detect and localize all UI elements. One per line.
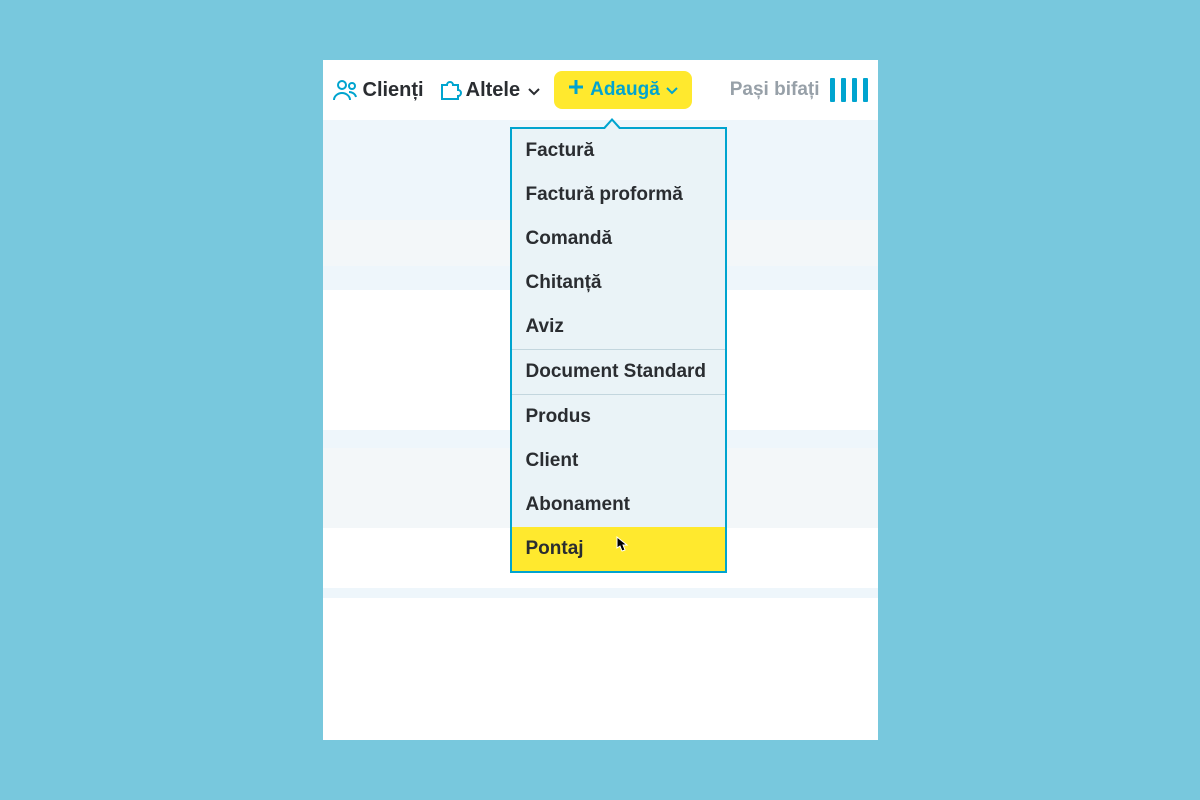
dd-item-label: Produs [526, 406, 591, 428]
plus-icon [568, 79, 584, 101]
dd-item-label: Factură [526, 140, 595, 162]
steps-indicator: Pași bifați [730, 78, 868, 102]
dd-item-client[interactable]: Client [512, 439, 725, 483]
dd-item-label: Document Standard [526, 361, 707, 383]
chevron-down-icon [666, 79, 678, 101]
dd-item-pontaj[interactable]: Pontaj [512, 527, 725, 571]
dd-item-abonament[interactable]: Abonament [512, 483, 725, 527]
dd-item-label: Pontaj [526, 538, 584, 560]
dd-item-label: Factură proformă [526, 184, 683, 206]
steps-label: Pași bifați [730, 79, 820, 101]
people-icon [333, 79, 359, 101]
dd-item-comanda[interactable]: Comandă [512, 217, 725, 261]
dd-item-chitanta[interactable]: Chitanță [512, 261, 725, 305]
nav-clienti-label: Clienți [363, 79, 424, 102]
dd-item-label: Abonament [526, 494, 631, 516]
dd-item-label: Chitanță [526, 272, 602, 294]
dd-item-label: Comandă [526, 228, 613, 250]
app-panel: Clienți Altele Adaugă Pași bifați [323, 60, 878, 740]
tally-icon [830, 78, 868, 102]
chevron-down-icon [528, 79, 540, 102]
adauga-dropdown: Factură Factură proformă Comandă Chitanț… [510, 127, 727, 573]
add-button-label: Adaugă [590, 79, 660, 101]
dd-item-label: Aviz [526, 316, 564, 338]
add-button[interactable]: Adaugă [554, 71, 692, 109]
nav-altele-label: Altele [466, 79, 520, 102]
dd-item-produs[interactable]: Produs [512, 394, 725, 439]
nav-clienti[interactable]: Clienți [333, 79, 424, 102]
topbar: Clienți Altele Adaugă Pași bifați [323, 60, 878, 120]
dd-item-aviz[interactable]: Aviz [512, 305, 725, 349]
cursor-icon [612, 535, 630, 563]
dd-item-document-standard[interactable]: Document Standard [512, 349, 725, 394]
dd-item-label: Client [526, 450, 579, 472]
puzzle-icon [438, 79, 462, 101]
dd-item-factura[interactable]: Factură [512, 129, 725, 173]
nav-altele[interactable]: Altele [438, 79, 540, 102]
dd-item-factura-proforma[interactable]: Factură proformă [512, 173, 725, 217]
